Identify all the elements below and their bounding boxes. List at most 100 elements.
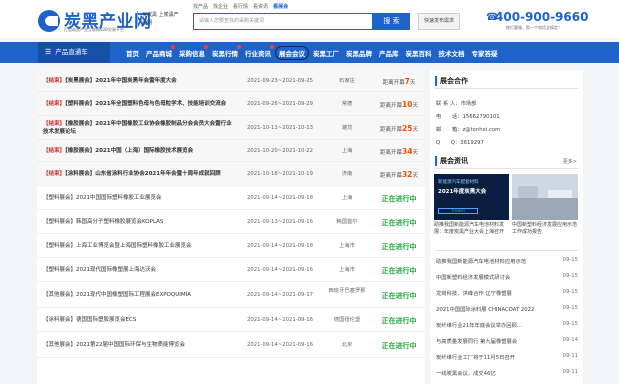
- nav-item[interactable]: 技术文档: [439, 48, 465, 58]
- event-title-text: 【橡胶展会】2021年中国橡胶工业协会橡胶制品分会会员大会暨行业技术发展论坛: [43, 121, 232, 135]
- status-suffix: 天: [412, 103, 418, 109]
- hot-dot-icon: [204, 44, 208, 49]
- site-slogan: 买炭黑 上炭黑产业网: [137, 11, 181, 27]
- event-title[interactable]: 【结束】【塑料展会】2021年全国塑料色母与色母粒学术、技能培训交流会: [43, 100, 233, 108]
- event-date: 2021-09-26~2021-09-29: [247, 101, 314, 107]
- search-input[interactable]: 请输入您要查找的采购关键词: [193, 13, 373, 30]
- event-city: 上海: [341, 195, 353, 201]
- event-title-text: 【橡胶展会】2021中国（上海）国际橡胶技术展览会: [65, 148, 194, 154]
- days-remaining: 10: [402, 100, 413, 109]
- event-row[interactable]: 【结束】【炭黑展会】2021年中国炭黑年会暨年度大会 2021-09-23~202…: [37, 70, 425, 92]
- news-item-title: 2021中国国际涂料展 CHINACOAT 2022: [436, 307, 535, 313]
- event-title[interactable]: 【涂料展会】德国国际塑胶展览会ECS: [43, 316, 233, 324]
- search-tab[interactable]: 找企业: [213, 3, 228, 10]
- ad-line-1: 新能源汽车配套材料: [438, 180, 479, 185]
- search-tab[interactable]: 看资讯: [253, 3, 268, 10]
- event-title[interactable]: 【塑料展会】韩国高分子塑料橡胶展览会KOPLAS: [43, 218, 233, 226]
- event-date: 2021-09-14~2021-09-17: [247, 292, 314, 298]
- event-status: 距离开幕34天: [377, 147, 421, 156]
- news-item[interactable]: 一线炭黑会议，成交46亿 09-11: [436, 369, 578, 377]
- nav-item[interactable]: 炭黑百科: [406, 48, 432, 58]
- status-prefix: 距离开幕: [380, 127, 403, 133]
- site-logo-icon[interactable]: [38, 10, 60, 32]
- event-title[interactable]: 【结束】【橡胶展会】2021中国（上海）国际橡胶技术展览会: [43, 147, 233, 155]
- nav-item[interactable]: 行业资讯: [245, 44, 274, 58]
- nav-item[interactable]: 炭黑工厂: [313, 48, 339, 58]
- news-item[interactable]: 中国新塑料经济发展模式研讨会 09-15: [436, 273, 578, 281]
- nav-item[interactable]: 展会会议: [275, 45, 309, 60]
- event-title[interactable]: 【结束】【涂料展会】山东省涂料行业协会2021年年会暨十周年成就回顾: [43, 170, 233, 178]
- event-status: 正在进行中: [381, 342, 417, 350]
- nav-item[interactable]: 产品库: [379, 48, 399, 58]
- news-image-ad[interactable]: 新能源汽车配套材料 2021年度炭黑大会 TONHEI: [434, 174, 509, 220]
- news-image-caption[interactable]: 助推我国新能源汽车电池材料发展：年度炭黑产业大会上海召开: [434, 222, 509, 236]
- contact-qq: Q Q：3619297: [436, 138, 484, 146]
- nav-item[interactable]: 产品商城: [146, 44, 175, 58]
- event-title[interactable]: 【结束】【炭黑展会】2021年中国炭黑年会暨年度大会: [43, 77, 233, 85]
- news-image-caption[interactable]: 中国新塑料经济发展应用示范工作成功报告: [512, 222, 578, 236]
- event-row[interactable]: 【结束】【塑料展会】2021年全国塑料色母与色母粒学术、技能培训交流会 2021-…: [37, 92, 425, 116]
- search-tab-active[interactable]: 看展会: [273, 3, 288, 10]
- nav-item[interactable]: 炭黑行情: [212, 44, 241, 58]
- news-item[interactable]: 助推我国新能源汽车电池材料应用示范 09-15: [436, 257, 578, 265]
- event-city: 北京: [341, 342, 353, 348]
- event-city: 常德: [341, 101, 353, 107]
- event-status: 正在进行中: [381, 219, 417, 227]
- contact-email-value[interactable]: z@tonhei.com: [463, 127, 501, 133]
- event-row[interactable]: 【其他展会】2021现代中国橡塑国际工程展会EXPOQUIMIA 2021-09-…: [37, 282, 425, 308]
- event-status: 距离开幕10天: [377, 100, 421, 109]
- nav-item-label: 展会会议: [279, 49, 305, 58]
- hot-dot-icon: [171, 44, 175, 49]
- publish-request-button[interactable]: 快速发布需求: [418, 13, 460, 30]
- news-item[interactable]: 炭纤维行业21年年底会议举办回顾... 09-15: [436, 321, 578, 329]
- event-title[interactable]: 【塑料展会】2021现代国际橡塑展上海达沃会: [43, 266, 233, 274]
- event-title-text: 【塑料展会】2021现代国际橡塑展上海达沃会: [43, 267, 156, 273]
- news-item-date: 09-15: [562, 321, 578, 327]
- phone-icon: ☎: [486, 12, 499, 23]
- event-row[interactable]: 【涂料展会】德国国际塑胶展览会ECS 2021-09-14~2021-09-16 德…: [37, 308, 425, 332]
- event-title[interactable]: 【结束】【橡胶展会】2021年中国橡胶工业协会橡胶制品分会会员大会暨行业技术发展…: [43, 120, 233, 136]
- event-row[interactable]: 【结束】【橡胶展会】2021中国（上海）国际橡胶技术展览会 2021-10-20~…: [37, 140, 425, 162]
- event-title[interactable]: 【其他展会】2021第22届中国国际环保与生物质能博览会: [43, 341, 233, 349]
- event-ended-tag: 【结束】: [43, 148, 66, 154]
- exhibition-hall-image: [512, 186, 578, 220]
- news-item-date: 09-15: [562, 305, 578, 311]
- category-menu-button[interactable]: ☰ 产品直通车: [38, 42, 110, 63]
- event-date: 2021-09-14~2021-09-16: [247, 267, 314, 273]
- event-row[interactable]: 【塑料展会】韩国高分子塑料橡胶展览会KOPLAS 2021-09-13~2021-…: [37, 210, 425, 234]
- news-image-exhibition[interactable]: [512, 174, 578, 220]
- news-title: 展会资讯: [435, 156, 468, 166]
- event-title[interactable]: 【塑料展会】2021中国国际塑料橡胶工业展览会: [43, 194, 233, 202]
- news-item[interactable]: 炭纤维行业工厂将于11月5日召开 09-11: [436, 353, 578, 361]
- event-row[interactable]: 【塑料展会】上海工业博览会暨上海国际塑料橡胶工业展览会 2021-09-14~20…: [37, 234, 425, 258]
- search-tab[interactable]: 找产品: [193, 3, 208, 10]
- event-row[interactable]: 【塑料展会】2021中国国际塑料橡胶工业展览会 2021-09-14~2021-0…: [37, 186, 425, 210]
- event-status: 距离开幕32天: [377, 170, 421, 179]
- news-item[interactable]: 与高质量发展同行 第九届橡塑展会 09-14: [436, 337, 578, 345]
- nav-item[interactable]: 首页: [126, 48, 139, 58]
- nav-item[interactable]: 专家答疑: [472, 48, 498, 58]
- event-title[interactable]: 【塑料展会】上海工业博览会暨上海国际塑料橡胶工业展览会: [43, 242, 233, 250]
- event-city: 上海市: [339, 243, 355, 249]
- nav-item-label: 采购信息: [179, 49, 205, 58]
- event-row[interactable]: 【结束】【涂料展会】山东省涂料行业协会2021年年会暨十周年成就回顾 2021-1…: [37, 162, 425, 186]
- search-button[interactable]: 搜 索: [373, 13, 410, 30]
- event-date: 2021-09-13~2021-09-16: [247, 219, 314, 225]
- event-title[interactable]: 【其他展会】2021现代中国橡塑国际工程展会EXPOQUIMIA: [43, 291, 233, 299]
- site-header: 炭黑产业网 打造炭黑产业互联网B2B交易平台 买炭黑 上炭黑产业网 找产品 找企…: [0, 0, 619, 38]
- search-tab[interactable]: 看行情: [233, 3, 248, 10]
- status-prefix: 距离开幕: [380, 103, 403, 109]
- news-item-date: 09-15: [562, 257, 578, 263]
- event-row[interactable]: 【塑料展会】2021现代国际橡塑展上海达沃会 2021-09-14~2021-09…: [37, 258, 425, 282]
- event-title-text: 【其他展会】2021现代中国橡塑国际工程展会EXPOQUIMIA: [43, 292, 191, 298]
- event-status: 正在进行中: [381, 317, 417, 325]
- event-row[interactable]: 【其他展会】2021第22届中国国际环保与生物质能博览会 2021-09-14~2…: [37, 332, 425, 358]
- news-item[interactable]: 龙岗科技、洪峰合作 辽宁橡塑展 09-15: [436, 289, 578, 297]
- event-row[interactable]: 【结束】【橡胶展会】2021年中国橡胶工业协会橡胶制品分会会员大会暨行业技术发展…: [37, 116, 425, 140]
- news-more-link[interactable]: 更多>: [563, 158, 577, 165]
- menu-icon: ☰: [45, 48, 52, 56]
- nav-item[interactable]: 炭黑品牌: [346, 48, 372, 58]
- nav-item[interactable]: 采购信息: [179, 44, 208, 58]
- news-item[interactable]: 2021中国国际涂料展 CHINACOAT 2022 09-15: [436, 305, 578, 313]
- hotline-note: 拨打客服，即一个电话全搞定！: [506, 25, 562, 30]
